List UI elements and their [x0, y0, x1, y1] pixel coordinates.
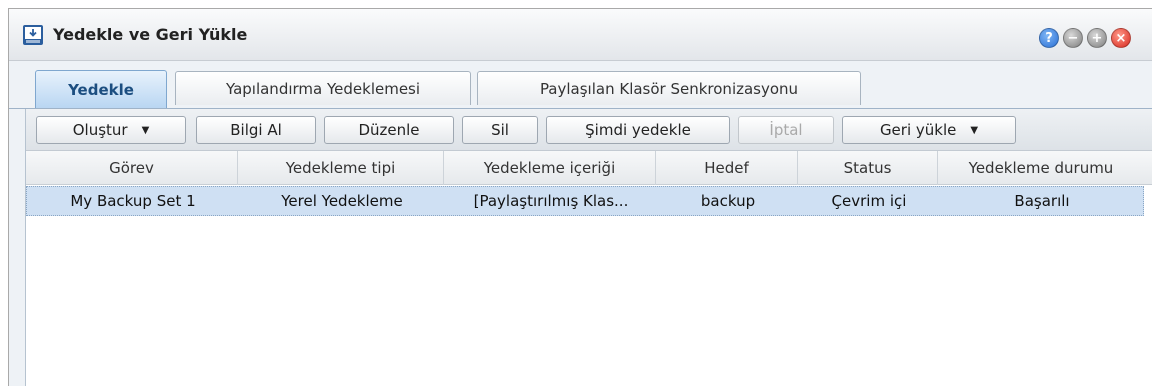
cell-status: Çevrim içi [831, 192, 907, 210]
tab-shared-folder-sync[interactable]: Paylaşılan Klasör Senkronizasyonu [477, 71, 861, 105]
edit-button[interactable]: Düzenle [324, 116, 454, 144]
close-icon: × [1115, 30, 1127, 46]
restore-button[interactable]: Geri yükle ▼ [842, 116, 1016, 144]
tab-backup[interactable]: Yedekle [35, 70, 167, 108]
help-button[interactable]: ? [1039, 28, 1059, 48]
cell-task: My Backup Set 1 [70, 192, 196, 210]
help-icon: ? [1045, 30, 1053, 46]
chevron-down-icon: ▼ [141, 124, 150, 136]
cell-destination: backup [700, 192, 756, 210]
column-header-task[interactable]: Görev [26, 151, 238, 185]
tab-bar: Yedekle Yapılandırma Yedeklemesi Paylaşı… [9, 61, 1152, 109]
create-button[interactable]: Oluştur ▼ [36, 116, 186, 144]
chevron-down-icon: ▼ [970, 124, 979, 136]
backup-restore-window: Yedekle ve Geri Yükle ? − + × Yedekle Ya… [8, 8, 1152, 386]
delete-button[interactable]: Sil [462, 116, 538, 144]
column-header-backup-content[interactable]: Yedekleme içeriği [444, 151, 656, 185]
minimize-icon: − [1067, 30, 1079, 46]
window-title: Yedekle ve Geri Yükle [53, 25, 248, 44]
maximize-button[interactable]: + [1087, 28, 1107, 48]
column-header-status[interactable]: Status [798, 151, 938, 185]
title-bar[interactable]: Yedekle ve Geri Yükle ? − + × [9, 9, 1152, 61]
minimize-button[interactable]: − [1063, 28, 1083, 48]
tab-configuration-backup[interactable]: Yapılandırma Yedeklemesi [175, 71, 471, 105]
toolbar: Oluştur ▼ Bilgi Al Düzenle Sil Şimdi yed… [26, 109, 1152, 151]
backup-panel: Oluştur ▼ Bilgi Al Düzenle Sil Şimdi yed… [25, 109, 1152, 386]
close-button[interactable]: × [1111, 28, 1131, 48]
restore-label: Geri yükle [879, 121, 957, 139]
column-header-destination[interactable]: Hedef [656, 151, 798, 185]
backup-disk-icon [23, 25, 43, 45]
table-header: Görev Yedekleme tipi Yedekleme içeriği H… [26, 151, 1152, 185]
cell-backup-type: Yerel Yedekleme [281, 192, 403, 210]
table-row[interactable]: My Backup Set 1 Yerel Yedekleme [Paylaşt… [26, 186, 1144, 216]
maximize-icon: + [1091, 30, 1103, 46]
backup-now-button[interactable]: Şimdi yedekle [546, 116, 730, 144]
column-header-backup-state[interactable]: Yedekleme durumu [938, 151, 1144, 185]
column-header-backup-type[interactable]: Yedekleme tipi [238, 151, 444, 185]
cancel-button[interactable]: İptal [738, 116, 834, 144]
get-info-button[interactable]: Bilgi Al [196, 116, 316, 144]
cell-backup-content: [Paylaştırılmış Klas... [473, 192, 629, 210]
cell-backup-state: Başarılı [1014, 192, 1070, 210]
create-label: Oluştur [72, 121, 128, 139]
